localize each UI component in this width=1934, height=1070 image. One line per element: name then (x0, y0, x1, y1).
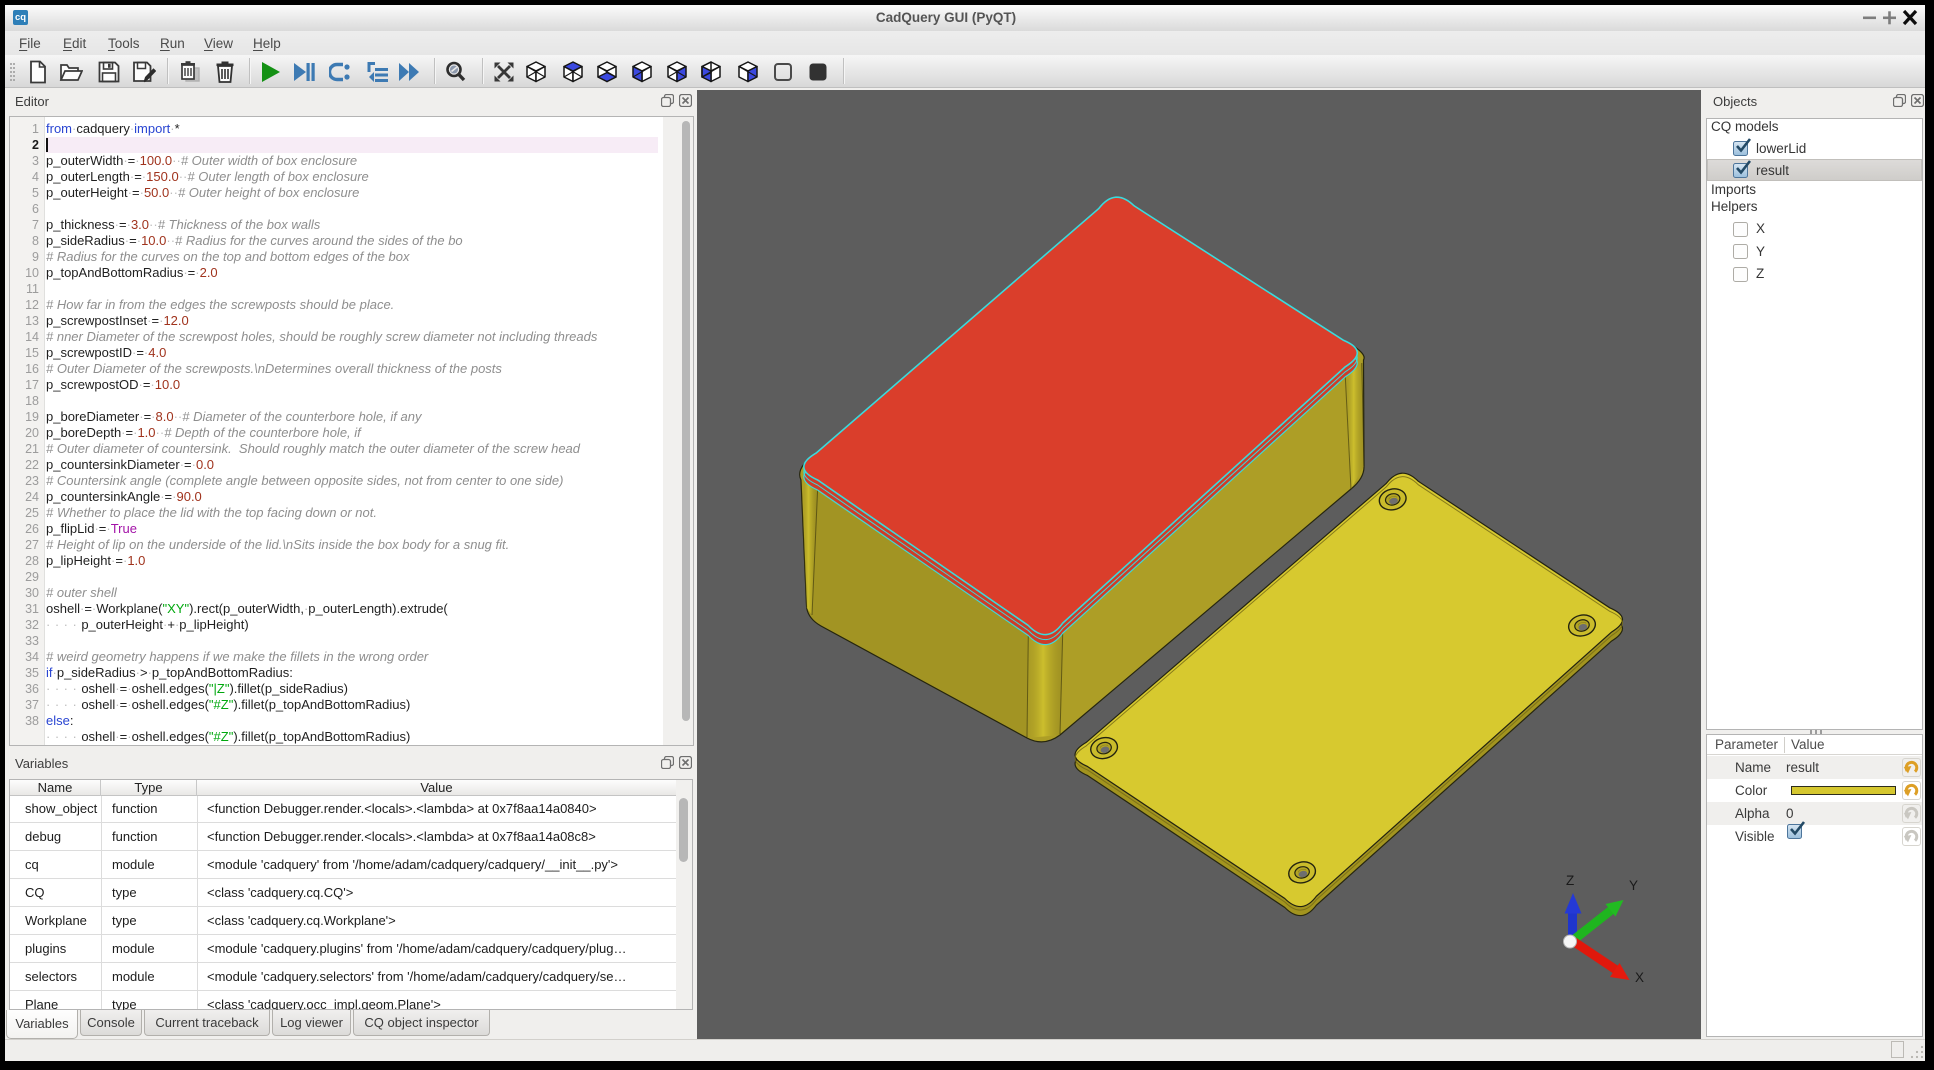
svg-text:Y: Y (1629, 878, 1638, 893)
svg-text:Z: Z (1566, 873, 1574, 888)
svg-text:X: X (1635, 970, 1644, 985)
